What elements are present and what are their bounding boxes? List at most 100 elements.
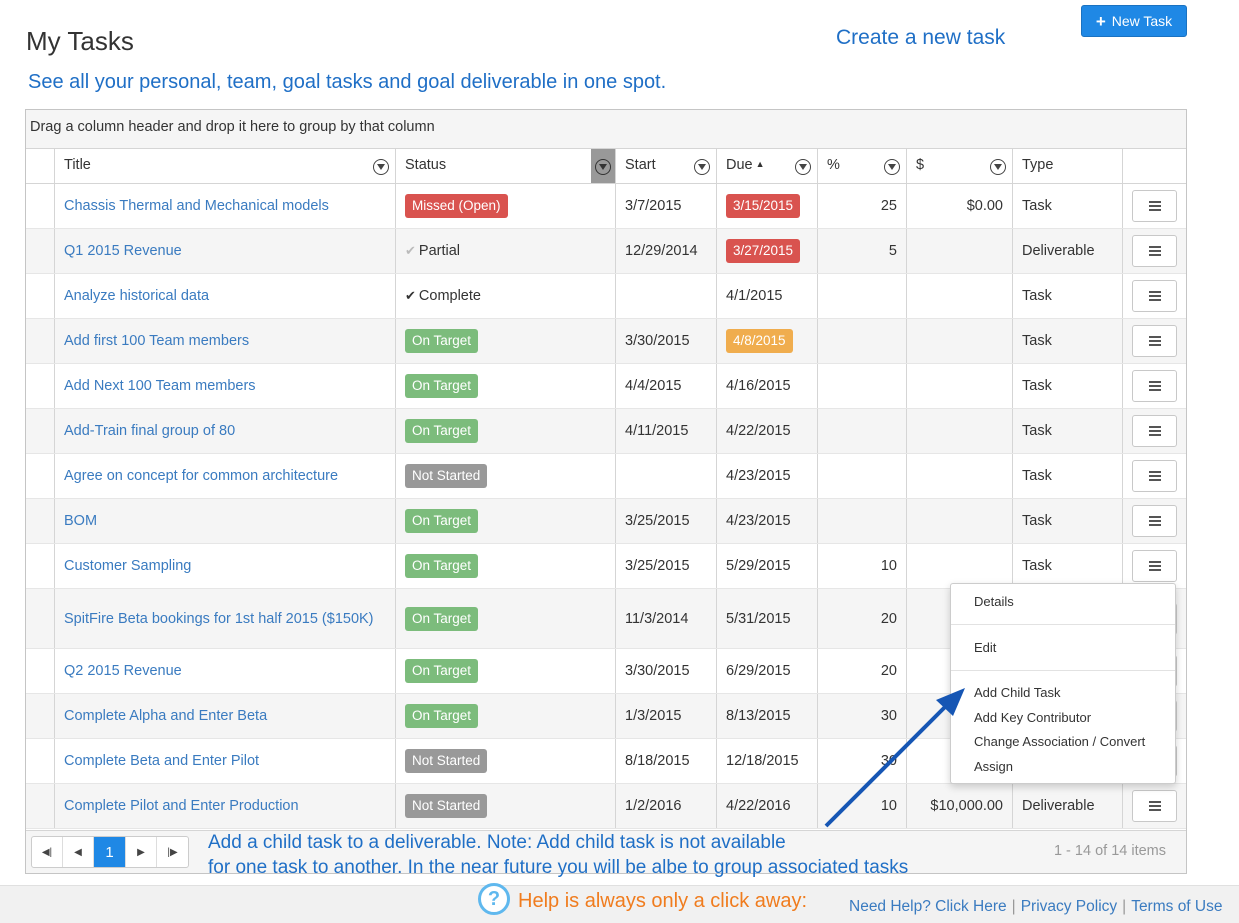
cell-title: Customer Sampling	[54, 544, 395, 588]
column-header-type[interactable]: Type	[1012, 149, 1122, 183]
page-number-current[interactable]: 1	[94, 837, 126, 867]
menu-item-assign[interactable]: Assign	[974, 759, 1013, 774]
cell-title: Q1 2015 Revenue	[54, 229, 395, 273]
link-terms-of-use[interactable]: Terms of Use	[1131, 898, 1222, 915]
row-menu-button[interactable]	[1132, 280, 1177, 312]
status-text: Complete	[418, 288, 481, 304]
cell-percent: 25	[817, 184, 906, 228]
task-title-link[interactable]: BOM	[64, 513, 97, 529]
row-gutter	[26, 409, 54, 453]
row-menu-button[interactable]	[1132, 505, 1177, 537]
task-title-link[interactable]: Add-Train final group of 80	[64, 423, 235, 439]
filter-icon[interactable]	[884, 159, 900, 175]
task-title-link[interactable]: Chassis Thermal and Mechanical models	[64, 198, 329, 214]
column-header-amount[interactable]: $	[906, 149, 1012, 183]
cell-status: Not Started	[395, 784, 615, 828]
cell-start: 3/25/2015	[615, 499, 716, 543]
amount-value: $10,000.00	[930, 798, 1003, 814]
task-title-link[interactable]: Add first 100 Team members	[64, 333, 249, 349]
cell-type: Task	[1012, 544, 1122, 588]
cell-actions	[1122, 364, 1186, 408]
new-task-button[interactable]: + New Task	[1081, 5, 1187, 37]
menu-item-add-child-task[interactable]: Add Child Task	[974, 685, 1060, 700]
cell-type: Task	[1012, 364, 1122, 408]
row-gutter	[26, 184, 54, 228]
status-badge: On Target	[405, 554, 479, 578]
cell-due: 3/27/2015	[716, 229, 817, 273]
hamburger-icon	[1148, 801, 1161, 803]
row-menu-button[interactable]	[1132, 550, 1177, 582]
row-menu-button[interactable]	[1132, 325, 1177, 357]
cell-amount	[906, 409, 1012, 453]
row-menu-button[interactable]	[1132, 190, 1177, 222]
filter-icon[interactable]	[990, 159, 1006, 175]
hamburger-icon	[1148, 336, 1161, 338]
first-page-icon[interactable]: ◀​|	[32, 837, 63, 867]
task-title-link[interactable]: Q2 2015 Revenue	[64, 663, 182, 679]
filter-icon[interactable]	[595, 159, 611, 175]
column-header-title[interactable]: Title	[54, 149, 395, 183]
start-date: 3/30/2015	[625, 333, 690, 349]
cell-type: Task	[1012, 409, 1122, 453]
row-gutter	[26, 544, 54, 588]
menu-item-details[interactable]: Details	[974, 594, 1014, 609]
menu-item-add-key-contributor[interactable]: Add Key Contributor	[974, 710, 1091, 725]
status-badge: Not Started	[405, 464, 488, 488]
status-badge: On Target	[405, 659, 479, 683]
task-title-link[interactable]: Complete Pilot and Enter Production	[64, 798, 299, 814]
cell-start: 3/30/2015	[615, 649, 716, 693]
cell-title: BOM	[54, 499, 395, 543]
cell-actions	[1122, 229, 1186, 273]
filter-icon[interactable]	[694, 159, 710, 175]
cell-title: Complete Pilot and Enter Production	[54, 784, 395, 828]
cell-due: 5/31/2015	[716, 589, 817, 648]
task-title-link[interactable]: SpitFire Beta bookings for 1st half 2015…	[64, 611, 374, 627]
row-menu-button[interactable]	[1132, 415, 1177, 447]
status-badge: On Target	[405, 509, 479, 533]
next-page-icon[interactable]: ▶	[126, 837, 157, 867]
link-need-help[interactable]: Need Help? Click Here	[849, 898, 1007, 915]
row-menu-button[interactable]	[1132, 790, 1177, 822]
column-header-start[interactable]: Start	[615, 149, 716, 183]
start-date: 11/3/2014	[625, 610, 689, 627]
percent-value: 20	[880, 663, 897, 679]
group-by-bar[interactable]: Drag a column header and drop it here to…	[26, 110, 1186, 149]
task-title-link[interactable]: Complete Beta and Enter Pilot	[64, 753, 259, 769]
cell-due: 12/18/2015	[716, 739, 817, 783]
menu-item-change-association[interactable]: Change Association / Convert	[974, 734, 1145, 749]
column-header-status[interactable]: Status	[395, 149, 615, 183]
column-header-percent[interactable]: %	[817, 149, 906, 183]
menu-item-edit[interactable]: Edit	[974, 640, 996, 655]
type-value: Deliverable	[1022, 798, 1095, 814]
table-row: Add first 100 Team members On Target 3/30/…	[26, 319, 1186, 364]
column-header-due[interactable]: Due ▲	[716, 149, 817, 183]
row-menu-button[interactable]	[1132, 370, 1177, 402]
task-title-link[interactable]: Agree on concept for common architecture	[64, 468, 338, 484]
last-page-icon[interactable]: |▶	[157, 837, 188, 867]
percent-value: 5	[888, 243, 897, 259]
cell-amount	[906, 364, 1012, 408]
task-title-link[interactable]: Customer Sampling	[64, 558, 191, 574]
filter-icon[interactable]	[795, 159, 811, 175]
task-title-link[interactable]: Analyze historical data	[64, 288, 209, 304]
row-menu-button[interactable]	[1132, 460, 1177, 492]
cell-status: On Target	[395, 499, 615, 543]
cell-due: 3/15/2015	[716, 184, 817, 228]
help-text: Help is always only a click away:	[518, 890, 807, 912]
task-title-link[interactable]: Complete Alpha and Enter Beta	[64, 708, 267, 724]
help-icon[interactable]: ?	[478, 883, 510, 915]
task-title-link[interactable]: Q1 2015 Revenue	[64, 243, 182, 259]
hamburger-icon	[1148, 201, 1161, 203]
prev-page-icon[interactable]: ◀	[63, 837, 94, 867]
type-value: Task	[1022, 558, 1052, 574]
cell-title: SpitFire Beta bookings for 1st half 2015…	[54, 589, 395, 648]
task-title-link[interactable]: Add Next 100 Team members	[64, 378, 256, 394]
link-privacy-policy[interactable]: Privacy Policy	[1021, 898, 1117, 915]
cell-due: 4/1/2015	[716, 274, 817, 318]
cell-percent: 10	[817, 544, 906, 588]
status-badge: On Target	[405, 374, 479, 398]
row-menu-button[interactable]	[1132, 235, 1177, 267]
cell-percent	[817, 319, 906, 363]
row-gutter	[26, 274, 54, 318]
filter-icon[interactable]	[373, 159, 389, 175]
